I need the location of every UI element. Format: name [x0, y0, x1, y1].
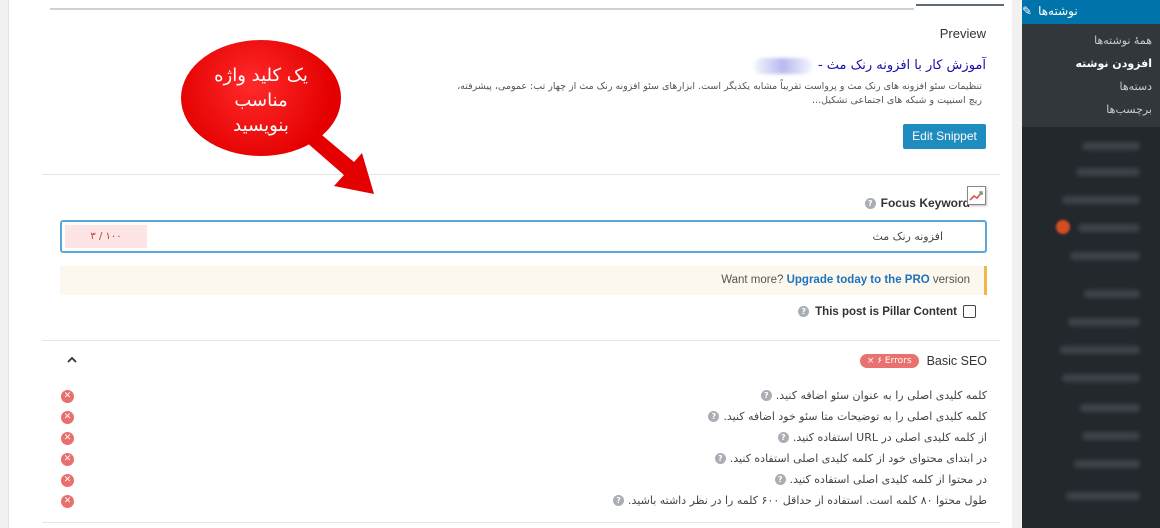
section-divider — [42, 340, 1000, 341]
blurred-menu-item[interactable] — [1084, 290, 1140, 298]
error-icon: ✕ — [61, 390, 74, 403]
pillar-content-label: This post is Pillar Content — [815, 305, 957, 318]
upgrade-notice: Want more? Upgrade today to the PRO vers… — [60, 266, 987, 295]
focus-keyword-value: افزونه رنک مث — [872, 230, 943, 243]
notification-dot-icon — [1056, 220, 1070, 234]
errors-badge: × ۶ Errors — [859, 354, 919, 368]
help-icon[interactable]: ? — [708, 411, 720, 422]
help-icon[interactable]: ? — [613, 495, 625, 506]
sidebar-submenu: همهٔ نوشته‌ها افزودن نوشته دسته‌ها برچسب… — [1022, 24, 1160, 127]
blurred-menu-item[interactable] — [1082, 432, 1140, 440]
seo-check-item: ✕ در محتوا از کلمه کلیدی اصلی استفاده کن… — [60, 473, 987, 489]
sidebar-item-categories[interactable]: دسته‌ها — [1120, 80, 1152, 93]
pillar-content-option: ? This post is Pillar Content — [798, 305, 976, 318]
error-icon: ✕ — [61, 411, 74, 424]
seo-check-item: ✕ طول محتوا ۸۰ کلمه است. استفاده از حداق… — [60, 494, 987, 510]
help-icon[interactable]: ? — [864, 197, 876, 209]
help-icon[interactable]: ? — [760, 390, 772, 401]
pillar-content-checkbox[interactable] — [963, 305, 976, 318]
error-icon: ✕ — [61, 495, 74, 508]
trends-icon[interactable] — [967, 186, 986, 205]
sidebar-item-all-posts[interactable]: همهٔ نوشته‌ها — [1094, 34, 1152, 47]
chevron-up-icon[interactable] — [65, 352, 79, 366]
pin-icon: ✎ — [1022, 4, 1033, 18]
error-icon: ✕ — [61, 432, 74, 445]
help-icon[interactable]: ? — [714, 453, 726, 464]
blurred-menu-item[interactable] — [1078, 224, 1140, 232]
seo-check-item: ✕ در ابتدای محتوای خود از کلمه کلیدی اصل… — [60, 452, 987, 468]
keyword-length-counter: ۳ / ۱۰۰ — [65, 225, 147, 248]
section-divider — [42, 174, 1000, 175]
blurred-menu-item[interactable] — [1068, 318, 1140, 326]
help-icon[interactable]: ? — [774, 474, 786, 485]
seo-check-item: ✕ از کلمه کلیدی اصلی در URL استفاده کنید… — [60, 431, 987, 447]
blurred-menu-item[interactable] — [1062, 374, 1140, 382]
error-icon: ✕ — [61, 474, 74, 487]
error-icon: ✕ — [61, 453, 74, 466]
snippet-description: تنظیمات سئو افزونه های رنک مث و پرواست ت… — [457, 81, 982, 106]
blurred-menu-item[interactable] — [1060, 346, 1140, 354]
focus-keyword-input[interactable]: ۳ / ۱۰۰ افزونه رنک مث — [60, 220, 987, 253]
focus-keyword-label: ? Focus Keyword — [864, 196, 970, 210]
top-divider — [50, 8, 914, 10]
upgrade-text: Want more? Upgrade today to the PRO vers… — [721, 274, 970, 286]
top-divider-accent — [916, 4, 1004, 6]
blurred-menu-item[interactable] — [1082, 142, 1140, 150]
sidebar-item-add-new[interactable]: افزودن نوشته — [1075, 57, 1152, 70]
blurred-menu-item[interactable] — [1076, 168, 1140, 176]
blurred-menu-item[interactable] — [1066, 492, 1140, 500]
admin-sidebar: نوشته‌ها ✎ همهٔ نوشته‌ها افزودن نوشته دس… — [1022, 0, 1160, 528]
section-divider — [42, 522, 1000, 523]
basic-seo-title: Basic SEO — [926, 354, 987, 368]
seo-check-item: ✕ کلمه کلیدی اصلی را به توضیحات متا سئو … — [60, 410, 987, 426]
blurred-site-name — [754, 58, 812, 74]
blurred-menu-item[interactable] — [1080, 404, 1140, 412]
annotation-bubble: یک کلید واژه مناسب بنویسید — [181, 40, 341, 156]
basic-seo-header[interactable]: × ۶ Errors Basic SEO — [859, 354, 987, 368]
seo-check-item: ✕ کلمه کلیدی اصلی را به عنوان سئو اضافه … — [60, 389, 987, 405]
snippet-title[interactable]: آموزش کار با افزونه رنک مث - — [818, 58, 986, 73]
sidebar-menu-posts[interactable]: نوشته‌ها ✎ — [1022, 0, 1160, 24]
edit-snippet-button[interactable]: Edit Snippet — [903, 124, 986, 149]
help-icon[interactable]: ? — [798, 306, 810, 317]
blurred-menu-item[interactable] — [1070, 252, 1140, 260]
blurred-menu-item[interactable] — [1074, 460, 1140, 468]
blurred-menu-item[interactable] — [1062, 196, 1140, 204]
upgrade-pro-link[interactable]: Upgrade today to the PRO — [787, 274, 930, 286]
preview-label: Preview — [939, 26, 986, 41]
help-icon[interactable]: ? — [777, 432, 789, 443]
sidebar-item-tags[interactable]: برچسب‌ها — [1106, 103, 1152, 116]
